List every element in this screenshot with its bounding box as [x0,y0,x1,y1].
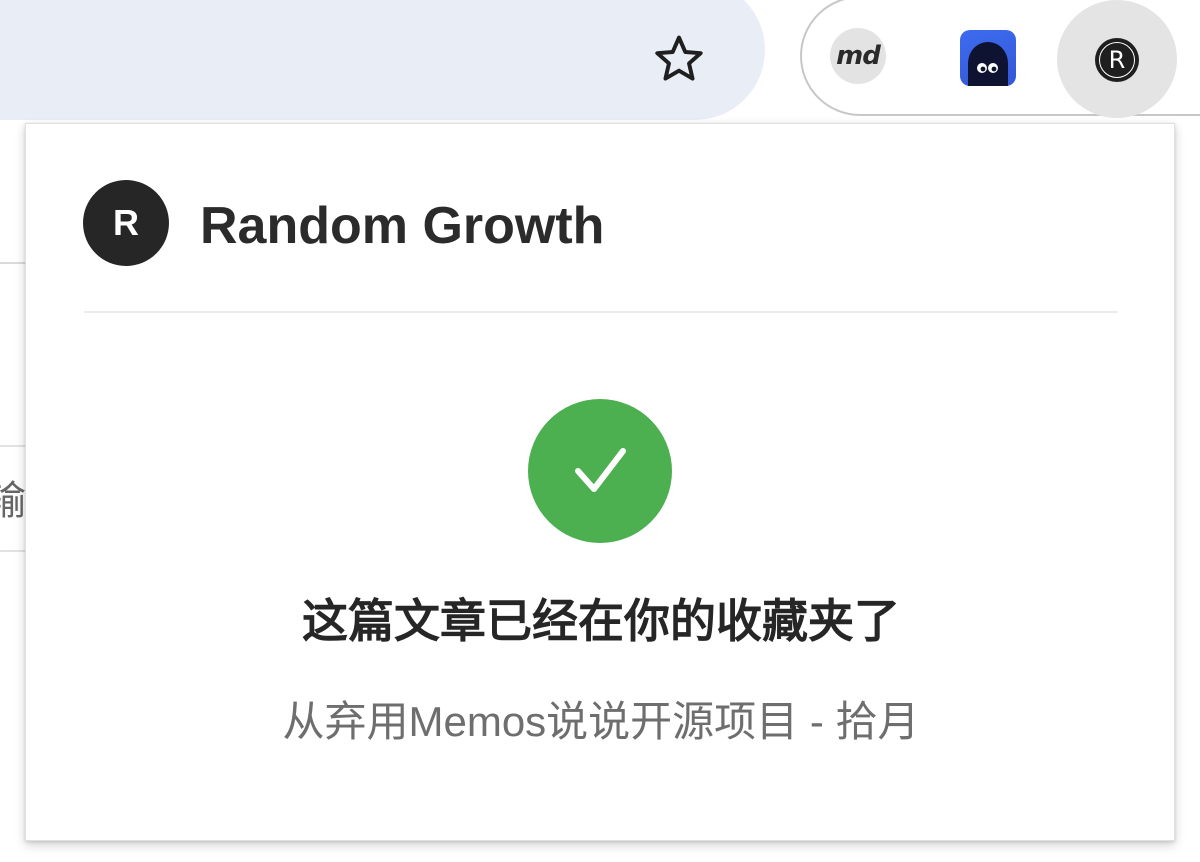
site-avatar: R [83,180,169,266]
markdown-extension-button[interactable]: md [830,28,886,84]
article-title: 从弃用Memos说说开源项目 - 拾月 [282,698,920,745]
success-badge [528,399,672,543]
star-outline-icon [655,35,703,81]
check-icon [575,448,626,492]
popup-divider [84,311,1118,313]
browser-viewport: 输 md R R Random Growth 这篇文章已经在你的收藏夹了 从弃用… [0,0,1200,862]
monster-icon [968,42,1008,86]
markdown-extension-label: md [836,41,881,71]
extension-popup: R Random Growth 这篇文章已经在你的收藏夹了 从弃用Memos说说… [25,123,1175,841]
page-text-fragment: 输 [0,479,26,523]
profile-avatar[interactable]: R [1095,38,1139,82]
saved-message: 这篇文章已经在你的收藏夹了 [302,595,900,647]
bookmark-star-button[interactable] [648,28,710,90]
monster-extension-button[interactable] [960,30,1016,86]
site-initial: R [113,202,139,243]
site-name: Random Growth [200,197,605,255]
avatar-ring [1099,42,1135,78]
